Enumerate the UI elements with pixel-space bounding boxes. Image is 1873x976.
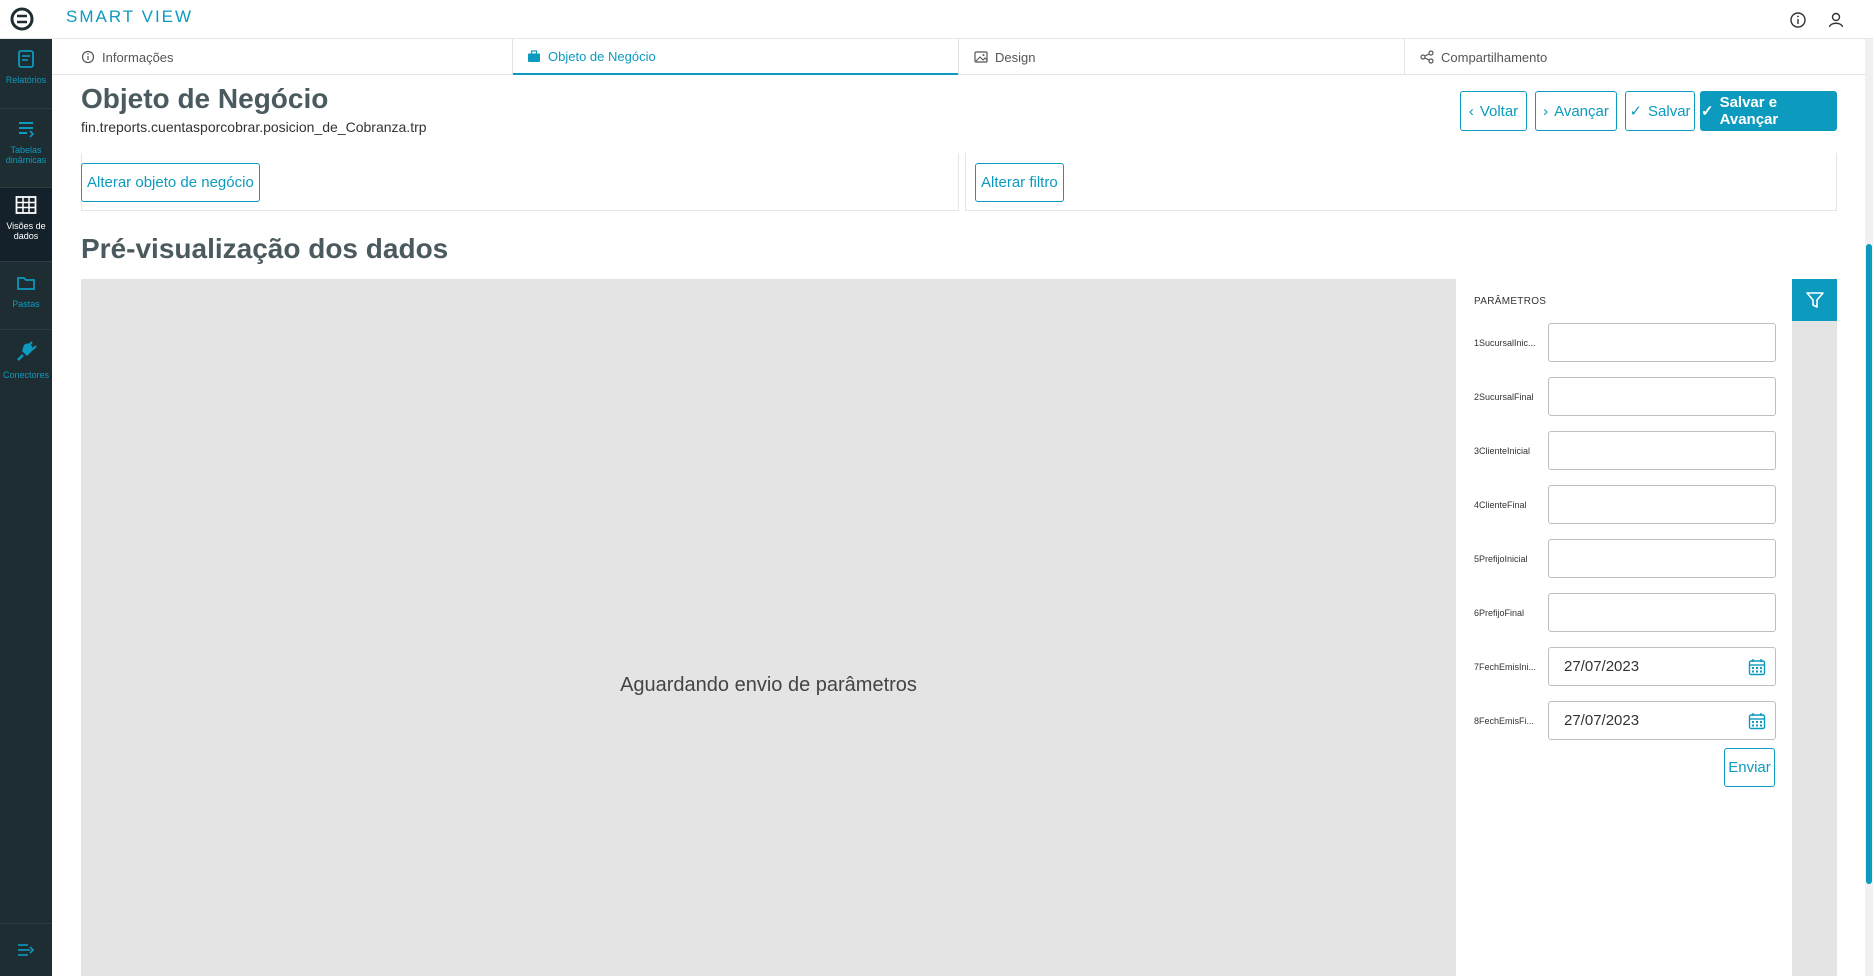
scrollbar-thumb[interactable] [1866,244,1872,884]
sidebar-item-tabelas[interactable]: Tabelas dinâmicas [0,119,52,179]
next-button-label: Avançar [1554,102,1609,120]
grid-icon [15,196,37,214]
param-value: 27/07/2023 [1564,658,1640,675]
divider [0,923,52,924]
wizard-tabs: Informações Objeto de Negócio Design Com… [52,39,1865,75]
sidebar-item-conectores[interactable]: Conectores [0,340,52,390]
top-bar: SMART VIEW [0,0,1873,39]
page-title: Objeto de Negócio [81,83,329,114]
report-icon [18,50,34,68]
back-button[interactable]: ‹ Voltar [1460,91,1527,131]
filter-toggle-button[interactable] [1792,279,1837,321]
sidebar: Relatórios Tabelas dinâmicas Visões de d… [0,39,52,976]
calendar-icon[interactable] [1748,712,1766,730]
param-date-fech-emis-final[interactable]: 27/07/2023 [1548,701,1776,740]
calendar-icon[interactable] [1748,658,1766,676]
filter-icon [1805,292,1824,308]
divider [0,108,52,109]
tab-label: Objeto de Negócio [548,48,656,64]
tab-objeto-de-negocio[interactable]: Objeto de Negócio [513,39,958,75]
param-label: 5PrefijoInicial [1474,554,1528,564]
page-header: Objeto de Negócio fin.treports.cuentaspo… [52,75,1865,153]
sidebar-item-visoes[interactable]: Visões de dados [0,188,52,261]
sidebar-item-label: Conectores [2,370,50,380]
save-and-next-button[interactable]: ✓ Salvar e Avançar [1700,91,1837,131]
param-date-fech-emis-inicial[interactable]: 27/07/2023 [1548,647,1776,686]
param-input-sucursal-inicial[interactable] [1548,323,1776,362]
tab-design[interactable]: Design [959,39,1404,75]
tab-label: Design [995,49,1036,65]
image-icon [974,51,988,63]
param-label: 1SucursalInic... [1474,338,1536,348]
change-filter-label: Alterar filtro [981,174,1058,191]
check-icon: ✓ [1629,103,1643,120]
collapse-menu-icon [18,944,35,956]
plug-icon [17,341,37,361]
briefcase-icon [528,49,540,62]
param-label: 8FechEmisFi... [1474,716,1535,726]
save-and-next-button-label: Salvar e Avançar [1719,94,1779,128]
sidebar-item-label: Tabelas dinâmicas [5,145,47,165]
info-icon[interactable] [1788,10,1808,30]
change-business-object-label: Alterar objeto de negócio [87,174,254,191]
chevron-left-icon: ‹ [1468,102,1474,120]
sidebar-item-label: Pastas [12,299,40,309]
sidebar-item-pastas[interactable]: Pastas [0,273,52,323]
change-business-object-button[interactable]: Alterar objeto de negócio [81,163,260,202]
collapse-menu-button[interactable] [0,943,52,967]
filter-strip [1792,279,1837,976]
param-input-cliente-final[interactable] [1548,485,1776,524]
check-icon: ✓ [1701,103,1714,120]
tab-label: Informações [102,49,174,65]
preview-message: Aguardando envio de parâmetros [620,674,917,696]
param-label: 7FechEmisIni... [1474,662,1537,672]
folder-icon [17,277,35,290]
tab-label: Compartilhamento [1441,49,1548,65]
sidebar-item-label: Visões de dados [6,221,46,241]
share-icon [1420,50,1434,64]
param-label: 3ClienteInicial [1474,446,1531,456]
parameters-title: PARÂMETROS [1474,296,1547,307]
logo-icon[interactable] [10,7,34,31]
data-preview-area: Aguardando envio de parâmetros [81,279,1456,976]
param-value: 27/07/2023 [1564,712,1640,729]
param-input-prefijo-final[interactable] [1548,593,1776,632]
back-button-label: Voltar [1479,102,1519,120]
tab-compartilhamento[interactable]: Compartilhamento [1405,39,1850,75]
app-brand: SMART VIEW [66,7,194,26]
next-button[interactable]: › Avançar [1535,91,1617,131]
filter-panel [965,153,1837,211]
divider [0,329,52,330]
sidebar-item-relatorios[interactable]: Relatórios [0,49,52,101]
send-button-label: Enviar [1728,759,1771,776]
parameters-panel: PARÂMETROS 1SucursalInic... 2SucursalFin… [1456,279,1792,976]
pivot-table-icon [19,122,35,138]
user-icon[interactable] [1826,10,1846,30]
tab-informacoes[interactable]: Informações [52,39,512,75]
chevron-right-icon: › [1543,102,1549,120]
param-input-prefijo-inicial[interactable] [1548,539,1776,578]
save-button-label: Salvar [1648,102,1691,120]
divider [0,261,52,262]
change-filter-button[interactable]: Alterar filtro [975,163,1064,202]
sidebar-item-label: Relatórios [5,75,47,85]
param-label: 2SucursalFinal [1474,392,1534,402]
save-button[interactable]: ✓ Salvar [1625,91,1695,131]
param-input-sucursal-final[interactable] [1548,377,1776,416]
info-icon [81,50,95,64]
object-name: fin.treports.cuentasporcobrar.posicion_d… [81,119,427,135]
preview-title: Pré-visualização dos dados [81,233,449,264]
param-label: 6PrefijoFinal [1474,608,1525,618]
param-label: 4ClienteFinal [1474,500,1527,510]
param-input-cliente-inicial[interactable] [1548,431,1776,470]
send-parameters-button[interactable]: Enviar [1724,748,1775,787]
